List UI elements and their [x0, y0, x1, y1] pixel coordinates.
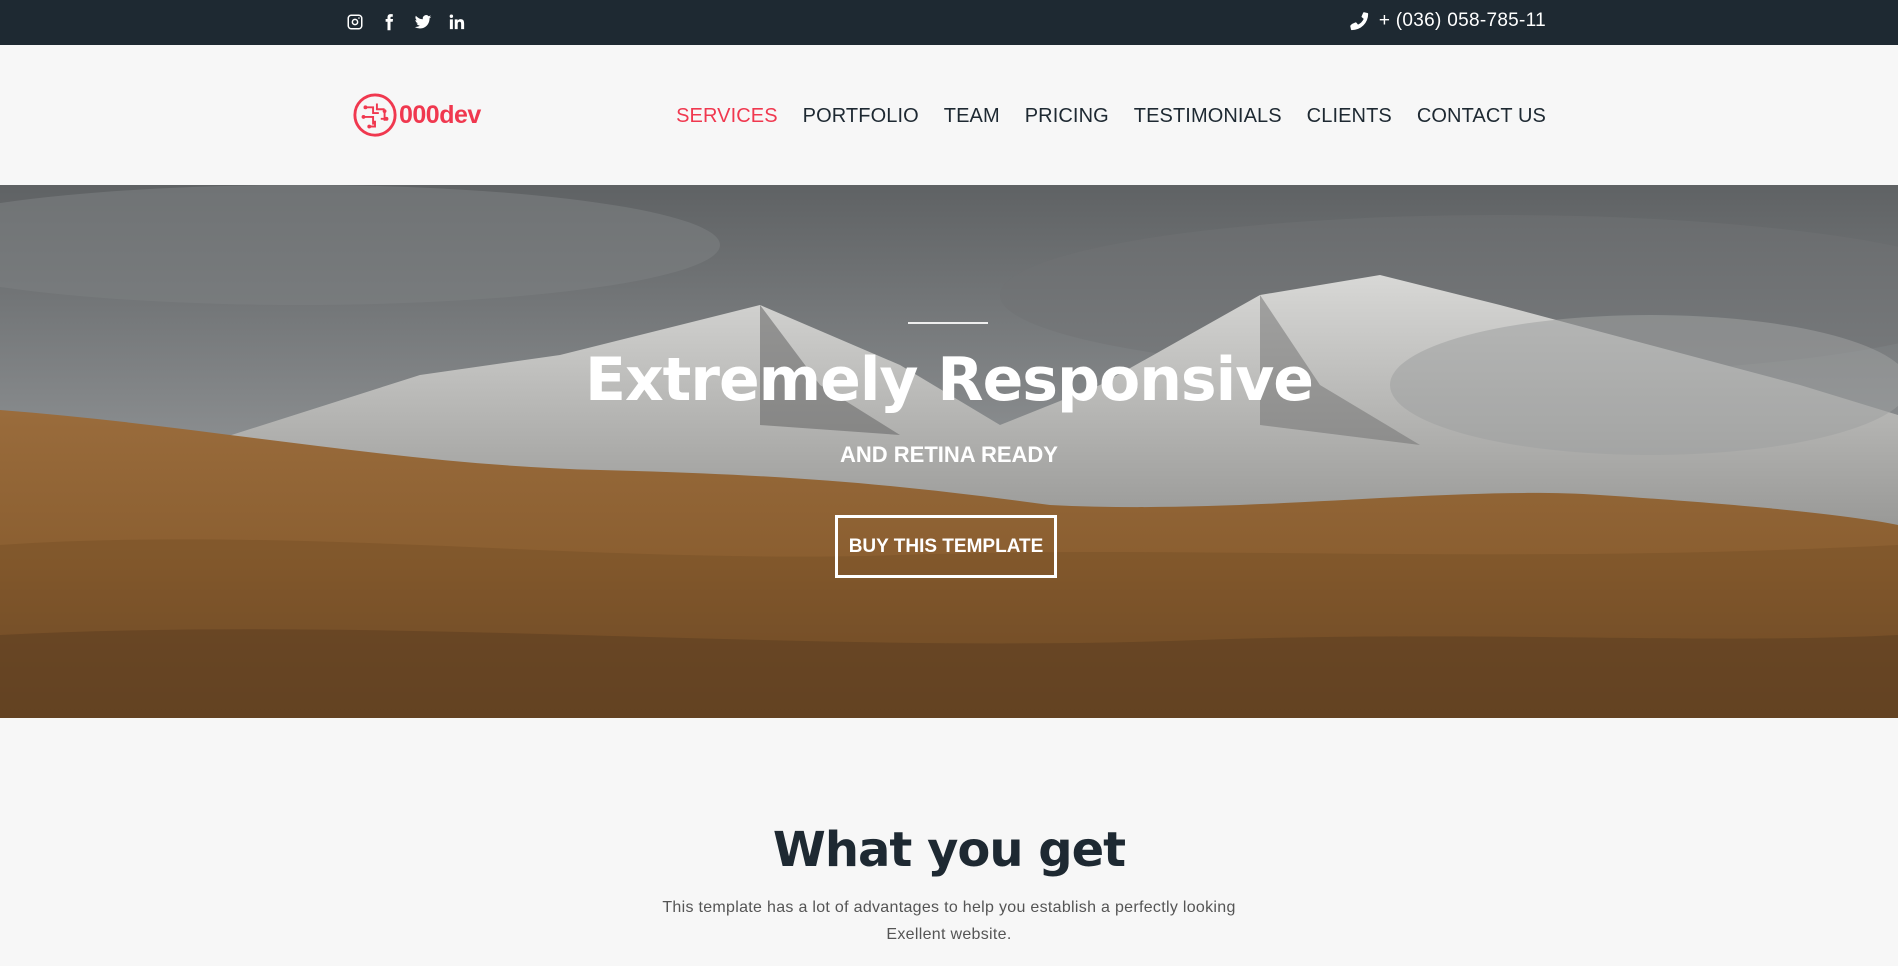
nav-clients[interactable]: CLIENTS: [1307, 105, 1392, 128]
hero-subtitle: AND RETINA READY: [840, 442, 1058, 467]
buy-template-button[interactable]: BUY THIS TEMPLATE: [835, 515, 1057, 578]
nav-services[interactable]: SERVICES: [676, 105, 778, 128]
top-bar: + (036) 058-785-11: [0, 0, 1898, 45]
site-header: 000dev SERVICES PORTFOLIO TEAM PRICING T…: [0, 45, 1898, 185]
phone-contact[interactable]: + (036) 058-785-11: [1349, 10, 1546, 32]
nav-contact-us[interactable]: CONTACT US: [1417, 105, 1546, 128]
nav-team[interactable]: TEAM: [944, 105, 1000, 128]
hero-banner: Extremely Responsive AND RETINA READY BU…: [0, 185, 1898, 718]
logo-circuit-icon: [353, 93, 397, 137]
facebook-icon[interactable]: [379, 12, 399, 32]
logo[interactable]: 000dev: [352, 92, 481, 138]
instagram-icon[interactable]: [345, 12, 365, 32]
linkedin-icon[interactable]: [447, 12, 467, 32]
section-description: This template has a lot of advantages to…: [662, 899, 1236, 943]
features-section: What you get This template has a lot of …: [0, 718, 1898, 966]
logo-text: 000dev: [399, 100, 481, 129]
hero-title: Extremely Responsive: [584, 345, 1314, 415]
main-nav: SERVICES PORTFOLIO TEAM PRICING TESTIMON…: [676, 105, 1546, 128]
hero-divider: [908, 322, 988, 324]
nav-portfolio[interactable]: PORTFOLIO: [803, 105, 919, 128]
phone-number: + (036) 058-785-11: [1378, 10, 1546, 31]
nav-pricing[interactable]: PRICING: [1025, 105, 1109, 128]
social-links: [345, 12, 467, 32]
section-title: What you get: [772, 822, 1126, 878]
phone-icon: [1350, 12, 1368, 31]
nav-testimonials[interactable]: TESTIMONIALS: [1134, 105, 1282, 128]
twitter-icon[interactable]: [413, 12, 433, 32]
